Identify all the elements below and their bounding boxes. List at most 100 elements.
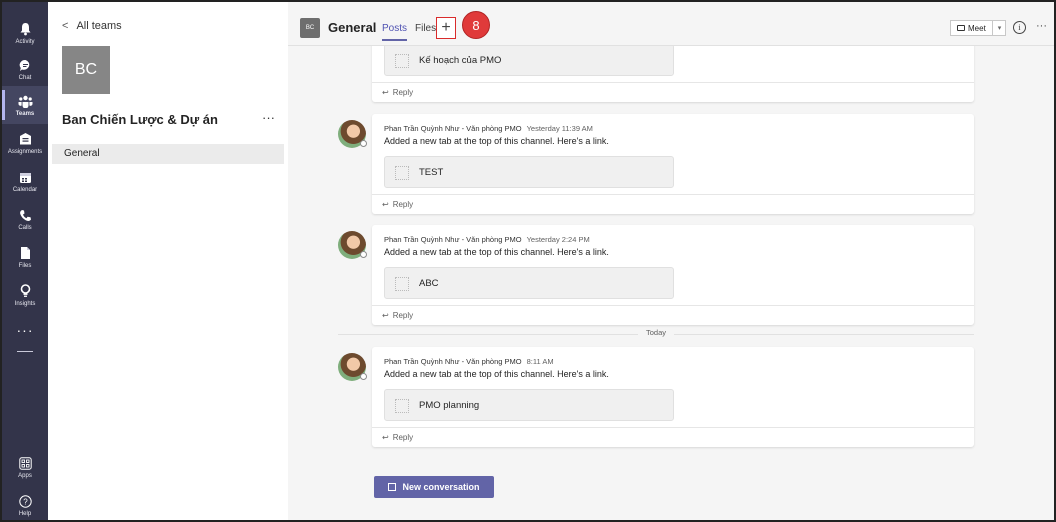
new-conversation-label: New conversation [402, 482, 480, 492]
rail-more-button[interactable]: ··· [2, 322, 48, 338]
channel-item-general[interactable]: General [52, 144, 284, 164]
post-card: Phan Trần Quỳnh Như - Văn phòng PMO Yeste… [372, 114, 974, 214]
file-icon [17, 245, 33, 261]
meet-dropdown-chevron-icon[interactable]: ▾ [992, 20, 1006, 36]
post-header: Phan Trần Quỳnh Như - Văn phòng PMO Yeste… [384, 124, 593, 133]
all-teams-label: All teams [76, 20, 122, 32]
reply-icon: ↩ [382, 433, 389, 442]
lightbulb-icon [17, 283, 33, 299]
reply-icon: ↩ [382, 88, 389, 97]
teams-icon [17, 93, 33, 109]
sender-name[interactable]: Phan Trần Quỳnh Như - Văn phòng PMO [384, 124, 522, 133]
svg-text:?: ? [23, 497, 28, 506]
post-header: Phan Trần Quỳnh Như - Văn phòng PMO 8:11 … [384, 357, 554, 366]
channel-avatar: BC [300, 18, 320, 38]
reply-label: Reply [392, 200, 414, 209]
assignments-icon [17, 131, 33, 147]
tab-icon [395, 277, 409, 291]
tab-icon [395, 399, 409, 413]
new-conversation-button[interactable]: New conversation [374, 476, 494, 498]
posts-feed[interactable]: Kế hoạch của PMO ↩ Reply Phan Trần Quỳnh… [288, 2, 1054, 520]
rail-item-calls[interactable]: Calls [2, 200, 48, 238]
reply-button[interactable]: ↩ Reply [372, 427, 974, 447]
avatar[interactable] [338, 231, 367, 259]
reply-label: Reply [392, 311, 414, 320]
tab-icon [395, 166, 409, 180]
more-options-icon[interactable]: ··· [1036, 20, 1047, 32]
apps-icon [17, 455, 33, 471]
calendar-icon [17, 169, 33, 185]
team-channel-pane: < All teams BC Ban Chiến Lược & Dự án ··… [48, 2, 288, 520]
compose-icon [388, 483, 397, 491]
post-card: Phan Trần Quỳnh Như - Văn phòng PMO Yeste… [372, 225, 974, 325]
phone-icon [17, 207, 33, 223]
chat-icon [17, 57, 33, 73]
channel-title: General [328, 20, 377, 35]
post-card: Phan Trần Quỳnh Như - Văn phòng PMO 8:11 … [372, 347, 974, 447]
sender-name[interactable]: Phan Trần Quỳnh Như - Văn phòng PMO [384, 357, 522, 366]
rail-label-insights: Insights [14, 301, 36, 307]
post-header: Phan Trần Quỳnh Như - Văn phòng PMO Yeste… [384, 235, 590, 244]
rail-item-calendar[interactable]: Calendar [2, 162, 48, 200]
tab-link-label: ABC [419, 278, 439, 289]
avatar[interactable] [338, 120, 367, 148]
reply-label: Reply [392, 433, 414, 442]
tab-files[interactable]: Files [415, 23, 436, 34]
help-icon: ? [17, 493, 33, 509]
rail-label-apps: Apps [18, 473, 32, 479]
reply-icon: ↩ [382, 311, 389, 320]
tab-link-label: PMO planning [419, 400, 480, 411]
rail-label-help: Help [18, 511, 32, 517]
app-window: Activity Chat Teams Assignments Calendar [0, 0, 1056, 522]
meet-label: Meet [968, 23, 986, 33]
timestamp: Yesterday 11:39 AM [526, 124, 593, 133]
rail-item-files[interactable]: Files [2, 238, 48, 276]
tab-link-card[interactable]: Kế hoạch của PMO [384, 44, 674, 76]
rail-item-teams[interactable]: Teams [2, 86, 48, 124]
post-message: Added a new tab at the top of this chann… [384, 247, 609, 257]
rail-item-help[interactable]: ? Help [2, 486, 48, 520]
app-rail: Activity Chat Teams Assignments Calendar [2, 2, 48, 520]
channel-header: BC General Posts Files + 8 Meet ▾ i ··· [288, 2, 1054, 46]
tab-link-card[interactable]: TEST [384, 156, 674, 188]
info-icon[interactable]: i [1013, 21, 1026, 34]
post-message: Added a new tab at the top of this chann… [384, 369, 609, 379]
rail-label-chat: Chat [18, 75, 32, 81]
tab-posts[interactable]: Posts [382, 23, 408, 41]
day-separator: Today [338, 328, 974, 342]
day-separator-label: Today [637, 328, 675, 337]
team-more-options-button[interactable]: ··· [262, 110, 275, 125]
video-camera-icon [957, 25, 965, 31]
rail-label-assignments: Assignments [7, 149, 43, 155]
reply-button[interactable]: ↩ Reply [372, 82, 974, 102]
presence-status-icon [360, 373, 367, 380]
bell-icon [17, 21, 33, 37]
rail-item-activity[interactable]: Activity [2, 14, 48, 52]
rail-divider [17, 351, 33, 352]
rail-label-teams: Teams [15, 111, 35, 117]
rail-item-insights[interactable]: Insights [2, 276, 48, 314]
sender-name[interactable]: Phan Trần Quỳnh Như - Văn phòng PMO [384, 235, 522, 244]
channel-main: Kế hoạch của PMO ↩ Reply Phan Trần Quỳnh… [288, 2, 1054, 520]
rail-item-assignments[interactable]: Assignments [2, 124, 48, 162]
rail-label-calls: Calls [18, 225, 32, 231]
team-name: Ban Chiến Lược & Dự án [62, 112, 218, 127]
tab-link-card[interactable]: ABC [384, 267, 674, 299]
rail-item-chat[interactable]: Chat [2, 50, 48, 88]
rail-label-files: Files [18, 263, 32, 269]
add-tab-button[interactable]: + [436, 17, 456, 39]
reply-label: Reply [392, 88, 414, 97]
reply-button[interactable]: ↩ Reply [372, 194, 974, 214]
presence-status-icon [360, 251, 367, 258]
tab-link-card[interactable]: PMO planning [384, 389, 674, 421]
tab-link-label: TEST [419, 167, 444, 178]
presence-status-icon [360, 140, 367, 147]
rail-label-calendar: Calendar [12, 187, 38, 193]
all-teams-link[interactable]: < All teams [62, 20, 122, 32]
reply-button[interactable]: ↩ Reply [372, 305, 974, 325]
rail-item-apps[interactable]: Apps [2, 448, 48, 486]
timestamp: Yesterday 2:24 PM [526, 235, 590, 244]
step-number-badge: 8 [462, 11, 490, 39]
avatar[interactable] [338, 353, 367, 381]
team-avatar: BC [62, 46, 110, 94]
